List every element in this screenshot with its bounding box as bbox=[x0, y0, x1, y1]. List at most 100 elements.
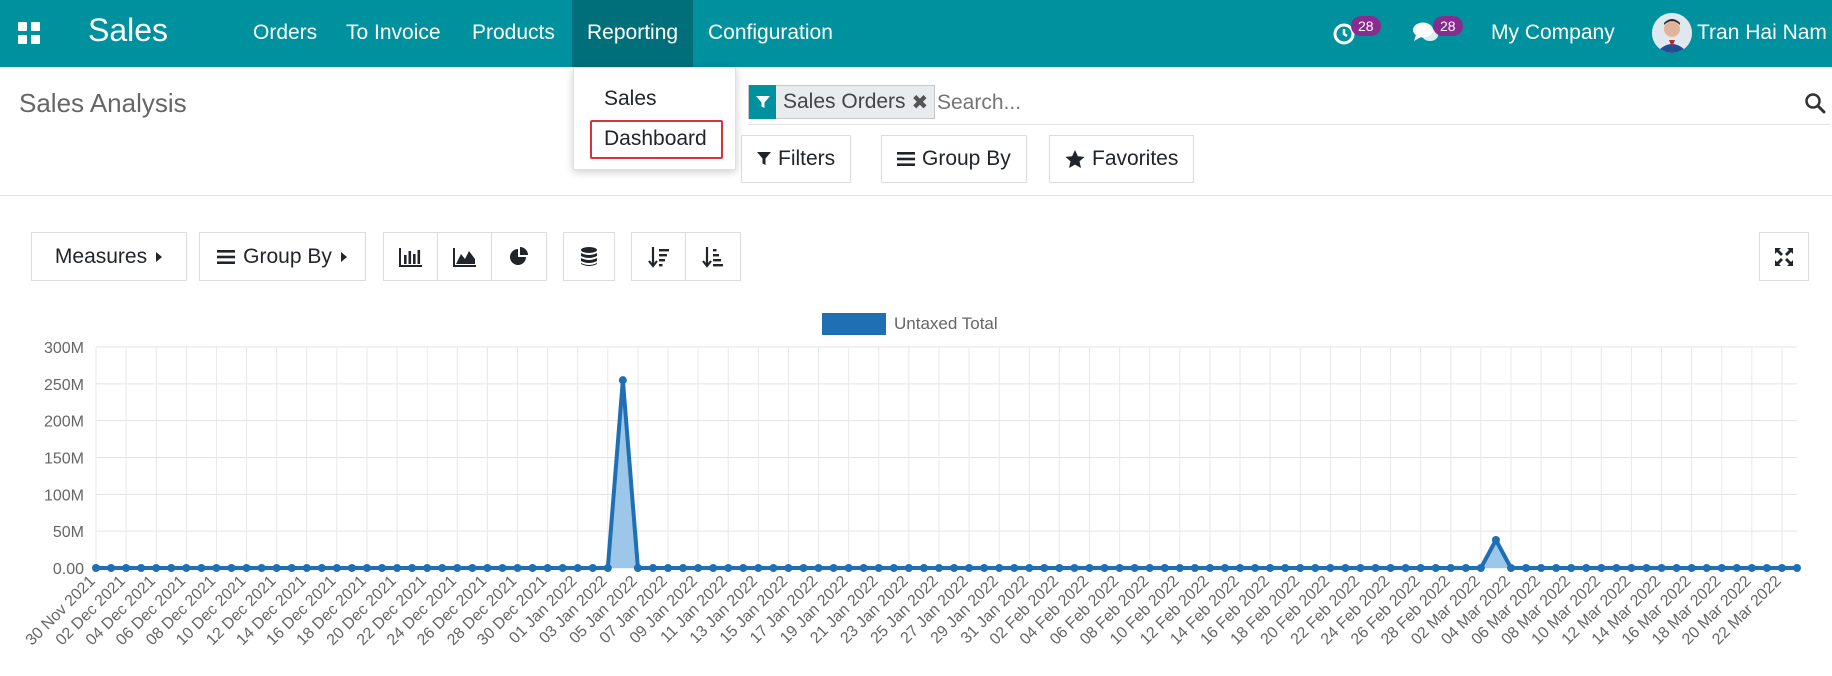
data-point bbox=[302, 564, 311, 572]
series-area bbox=[96, 380, 1797, 568]
data-point bbox=[1612, 564, 1621, 572]
chart-type-group bbox=[383, 232, 547, 281]
sort-descending-button[interactable] bbox=[632, 233, 686, 280]
user-name[interactable]: Tran Hai Nam bbox=[1697, 0, 1827, 67]
facet-remove-icon[interactable]: ✖ bbox=[912, 90, 935, 115]
menu-orders[interactable]: Orders bbox=[238, 0, 332, 67]
data-point bbox=[739, 564, 748, 572]
data-point bbox=[1251, 564, 1260, 572]
data-point bbox=[1386, 564, 1395, 572]
data-point bbox=[1762, 564, 1771, 572]
search-bar: Sales Orders ✖ bbox=[748, 83, 1830, 125]
data-point bbox=[167, 564, 176, 572]
data-point bbox=[1747, 564, 1756, 572]
data-point bbox=[137, 564, 146, 572]
data-point bbox=[1040, 564, 1049, 572]
app-title[interactable]: Sales bbox=[88, 12, 168, 49]
data-point bbox=[980, 564, 989, 572]
dropdown-item-sales[interactable]: Sales bbox=[604, 87, 657, 111]
data-point bbox=[317, 564, 326, 572]
data-point bbox=[934, 564, 943, 572]
data-point bbox=[1717, 564, 1726, 572]
menu-configuration[interactable]: Configuration bbox=[693, 0, 848, 67]
data-point bbox=[844, 564, 853, 572]
data-point bbox=[588, 564, 597, 572]
app-menu-icon[interactable] bbox=[18, 22, 40, 44]
data-point bbox=[122, 564, 131, 572]
pie-chart-icon bbox=[510, 246, 528, 265]
data-point bbox=[287, 564, 296, 572]
menu-to-invoice[interactable]: To Invoice bbox=[331, 0, 456, 67]
company-switcher[interactable]: My Company bbox=[1491, 0, 1615, 67]
data-point bbox=[1025, 564, 1034, 572]
data-point bbox=[769, 564, 778, 572]
activity-badge: 28 bbox=[1351, 16, 1381, 36]
stacked-button[interactable] bbox=[564, 233, 614, 280]
line-chart-button[interactable] bbox=[438, 233, 492, 280]
data-point bbox=[709, 564, 718, 572]
dropdown-item-dashboard[interactable]: Dashboard bbox=[604, 127, 707, 151]
facet-label: Sales Orders bbox=[783, 90, 906, 113]
area-chart-icon bbox=[452, 247, 476, 267]
data-point bbox=[1627, 564, 1636, 572]
caret-right-icon bbox=[156, 251, 163, 262]
top-navbar: Sales Orders To Invoice Products Reporti… bbox=[0, 0, 1832, 67]
data-point bbox=[483, 564, 492, 572]
data-point bbox=[573, 564, 582, 572]
data-point bbox=[603, 564, 612, 572]
data-point bbox=[799, 564, 808, 572]
data-point bbox=[1491, 536, 1500, 545]
data-point bbox=[1145, 564, 1154, 572]
data-point bbox=[1371, 564, 1380, 572]
filters-button[interactable]: Filters bbox=[741, 135, 852, 183]
user-avatar[interactable] bbox=[1652, 13, 1692, 53]
data-point bbox=[1732, 564, 1741, 572]
sort-ascending-button[interactable] bbox=[686, 233, 740, 280]
data-point bbox=[1085, 564, 1094, 572]
bars-icon bbox=[897, 152, 915, 166]
data-point bbox=[1597, 564, 1606, 572]
data-point bbox=[1356, 564, 1365, 572]
data-point bbox=[1401, 564, 1410, 572]
data-point bbox=[498, 564, 507, 572]
bar-chart-button[interactable] bbox=[384, 233, 438, 280]
data-point bbox=[1702, 564, 1711, 572]
reporting-dropdown: Sales Dashboard bbox=[573, 67, 736, 170]
menu-reporting[interactable]: Reporting bbox=[572, 0, 694, 67]
data-point bbox=[1100, 564, 1109, 572]
data-point bbox=[1220, 564, 1229, 572]
measures-button[interactable]: Measures bbox=[31, 232, 187, 281]
search-icon[interactable] bbox=[1804, 92, 1826, 114]
data-point bbox=[694, 564, 703, 572]
y-tick-label: 200M bbox=[44, 414, 84, 431]
favorites-button[interactable]: Favorites bbox=[1049, 135, 1195, 183]
data-point bbox=[1311, 564, 1320, 572]
data-point bbox=[1506, 564, 1515, 572]
data-point bbox=[242, 564, 251, 572]
data-point bbox=[814, 564, 823, 572]
data-point bbox=[1446, 564, 1455, 572]
search-input[interactable] bbox=[937, 91, 1637, 115]
pie-chart-button[interactable] bbox=[492, 233, 546, 280]
fullscreen-button[interactable] bbox=[1759, 232, 1809, 281]
data-point bbox=[543, 564, 552, 572]
data-point bbox=[197, 564, 206, 572]
groupby-button[interactable]: Group By bbox=[881, 135, 1027, 183]
data-point bbox=[453, 564, 462, 572]
menu-products[interactable]: Products bbox=[457, 0, 570, 67]
data-point bbox=[1687, 564, 1696, 572]
caret-right-icon bbox=[340, 251, 347, 262]
data-point bbox=[393, 564, 402, 572]
data-point bbox=[1793, 564, 1801, 572]
sort-ascending-icon bbox=[702, 246, 723, 268]
data-point bbox=[829, 564, 838, 572]
chart-groupby-button[interactable]: Group By bbox=[199, 232, 366, 281]
data-point bbox=[664, 564, 673, 572]
data-point bbox=[1130, 564, 1139, 572]
filter-icon bbox=[749, 85, 776, 119]
y-tick-label: 150M bbox=[44, 451, 84, 468]
data-point bbox=[618, 376, 627, 385]
data-point bbox=[1070, 564, 1079, 572]
data-point bbox=[107, 564, 116, 572]
y-tick-label: 300M bbox=[44, 340, 84, 357]
